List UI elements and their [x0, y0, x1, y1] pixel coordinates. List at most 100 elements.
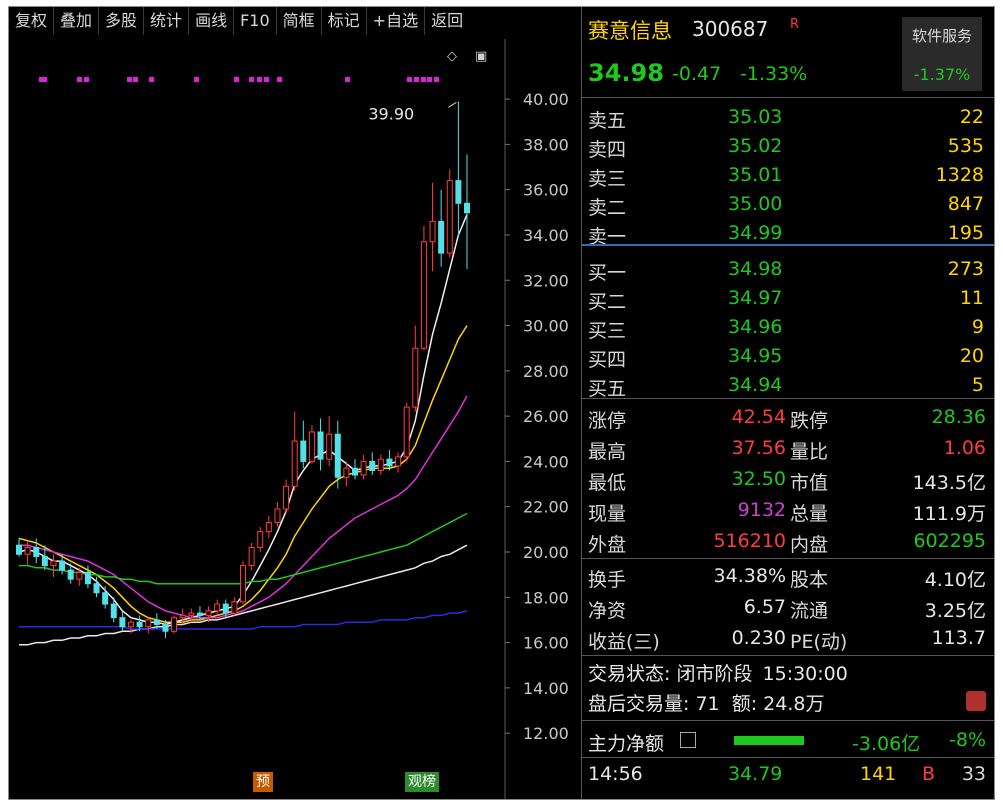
- candle-body: [283, 485, 290, 510]
- order-level-label: 卖五: [588, 110, 627, 132]
- signal-dot: [149, 77, 154, 82]
- toolbar-statistics-button[interactable]: 统计: [144, 7, 190, 35]
- stat-value: 113.7: [931, 627, 986, 649]
- candle-body: [59, 560, 66, 571]
- order-volume: 5: [971, 374, 984, 396]
- toolbar-fuquan-button[interactable]: 复权: [9, 7, 55, 35]
- stat-label: 净资: [588, 600, 627, 622]
- stat-row: 外盘 516210 内盘 602295: [582, 526, 994, 557]
- stat-value: 602295: [913, 530, 986, 552]
- candle-body: [145, 619, 152, 628]
- y-axis-label: 20.00: [523, 543, 569, 562]
- candle-body: [50, 560, 57, 567]
- candle-body: [33, 546, 40, 558]
- order-book-row[interactable]: 卖二 35.00 847: [582, 190, 994, 219]
- order-book-row[interactable]: 买五 34.94 5: [582, 371, 994, 400]
- list-icon[interactable]: [680, 732, 696, 748]
- panel-toggle-icon[interactable]: ▣: [475, 49, 487, 64]
- candle-body: [222, 603, 229, 614]
- candle-body: [196, 612, 203, 616]
- candle-body: [377, 458, 384, 471]
- y-axis-label: 28.00: [523, 362, 569, 381]
- main-flow-label: 主力净额: [588, 733, 665, 755]
- y-axis-label: 32.00: [523, 271, 569, 290]
- peak-arrow: [448, 101, 457, 108]
- candle-body: [119, 617, 126, 628]
- candle-body: [153, 619, 160, 625]
- order-level-label: 卖四: [588, 139, 627, 161]
- divider: [582, 97, 994, 98]
- signal-dot: [234, 77, 239, 82]
- candle-body: [93, 583, 100, 594]
- stat-value: 28.36: [931, 406, 986, 428]
- chart-report-icon[interactable]: [966, 691, 986, 711]
- stock-header: 赛意信息 300687 R 软件服务 -1.37% 34.98 -0.47 -1…: [582, 7, 994, 95]
- sector-box[interactable]: 软件服务 -1.37%: [902, 17, 982, 91]
- toolbar-multi-stock-button[interactable]: 多股: [99, 7, 145, 35]
- order-level-label: 买二: [588, 291, 627, 313]
- signal-dot: [414, 77, 419, 82]
- peak-price-label: 39.90: [368, 104, 414, 123]
- last-price: 34.98: [588, 59, 664, 87]
- toolbar-draw-line-button[interactable]: 画线: [189, 7, 235, 35]
- signal-dot: [42, 77, 47, 82]
- order-book-row[interactable]: 卖五 35.03 22: [582, 103, 994, 132]
- diamond-icon[interactable]: ◇: [447, 49, 457, 64]
- y-axis-label: 26.00: [523, 407, 569, 426]
- order-price: 35.02: [728, 135, 783, 157]
- stat-label: 换手: [588, 569, 627, 591]
- stat-label: 内盘: [790, 534, 829, 556]
- candle-body: [438, 220, 445, 254]
- signal-dot: [407, 77, 412, 82]
- order-price: 34.96: [728, 316, 783, 338]
- order-level-label: 买三: [588, 320, 627, 342]
- order-book-row[interactable]: 卖三 35.01 1328: [582, 161, 994, 190]
- y-axis-label: 12.00: [523, 724, 569, 743]
- toolbar-mark-button[interactable]: 标记: [322, 7, 367, 35]
- order-book-row[interactable]: 买一 34.98 273: [582, 255, 994, 284]
- toolbar-overlay-button[interactable]: 叠加: [54, 7, 100, 35]
- candle-body: [188, 612, 195, 616]
- candle-body: [102, 592, 109, 605]
- order-book-row[interactable]: 买四 34.95 20: [582, 342, 994, 371]
- toolbar-add-watchlist-button[interactable]: +自选: [367, 7, 426, 35]
- candle-body: [455, 180, 462, 204]
- candle-body: [265, 522, 272, 533]
- candle-body: [386, 458, 393, 467]
- candle-body: [231, 601, 238, 614]
- order-volume: 273: [947, 258, 984, 280]
- stat-value: 6.57: [743, 596, 786, 618]
- stat-value: 111.9万: [912, 503, 986, 525]
- signal-dot: [421, 77, 426, 82]
- stock-name: 赛意信息: [588, 19, 672, 43]
- candle-body: [110, 603, 117, 619]
- candle-body: [240, 565, 246, 603]
- stat-label: 流通: [790, 600, 829, 622]
- sector-name: 软件服务: [911, 27, 972, 45]
- order-price: 34.99: [728, 222, 783, 244]
- toolbar-simple-frame-button[interactable]: 简框: [277, 7, 322, 35]
- kline-chart[interactable]: 40.00 38.00 36.00 34.00 32.00 30.00 28.00 26.00…: [9, 39, 581, 799]
- y-axis-label: 22.00: [523, 498, 569, 517]
- stat-row: 涨停 42.54 跌停 28.36: [582, 402, 994, 433]
- stat-row: 最高 37.56 量比 1.06: [582, 433, 994, 464]
- divider: [582, 757, 994, 758]
- tick-count: 33: [961, 763, 986, 785]
- trade-status-label: 交易状态:: [588, 663, 671, 685]
- order-volume: 11: [959, 287, 984, 309]
- dragon-tiger-marker[interactable]: 观榜: [405, 772, 439, 792]
- candle-body: [464, 202, 470, 214]
- order-volume: 1328: [935, 164, 984, 186]
- forecast-marker[interactable]: 预: [253, 772, 273, 792]
- toolbar-back-button[interactable]: 返回: [425, 7, 469, 35]
- candle-body: [395, 456, 402, 467]
- signal-dot: [264, 77, 269, 82]
- order-book-row[interactable]: 卖四 35.02 535: [582, 132, 994, 161]
- order-book-row[interactable]: 买三 34.96 9: [582, 313, 994, 342]
- order-price: 35.01: [728, 164, 783, 186]
- order-book-row[interactable]: 买二 34.97 11: [582, 284, 994, 313]
- order-price: 35.03: [728, 106, 783, 128]
- toolbar-f10-button[interactable]: F10: [234, 7, 277, 35]
- signal-dot: [133, 77, 138, 82]
- bid-ask-divider: [582, 244, 994, 246]
